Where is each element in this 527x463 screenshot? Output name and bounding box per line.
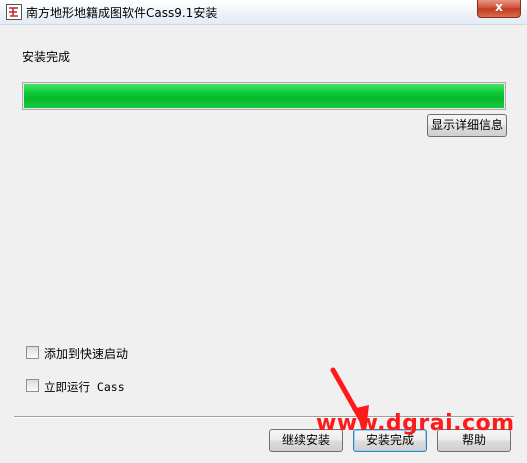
- close-button[interactable]: x: [477, 0, 521, 18]
- run-now-checkbox[interactable]: [26, 379, 39, 392]
- window-title: 南方地形地籍成图软件Cass9.1安装: [26, 6, 218, 20]
- show-details-button[interactable]: 显示详细信息: [427, 114, 507, 137]
- installer-window: 南方地形地籍成图软件Cass9.1安装 x 安装完成 显示详细信息 添加到快速启…: [0, 0, 527, 463]
- run-now-label: 立即运行 Cass: [44, 380, 125, 394]
- quick-launch-checkbox[interactable]: [26, 346, 39, 359]
- status-label: 安装完成: [22, 50, 71, 64]
- progress-bar: [22, 82, 506, 110]
- progress-fill: [24, 84, 504, 108]
- watermark-text: www.dgrai.com: [316, 411, 515, 436]
- title-bar[interactable]: 南方地形地籍成图软件Cass9.1安装 x: [0, 0, 527, 25]
- app-icon: [6, 4, 22, 20]
- quick-launch-label: 添加到快速启动: [44, 347, 129, 361]
- close-icon: x: [495, 0, 503, 14]
